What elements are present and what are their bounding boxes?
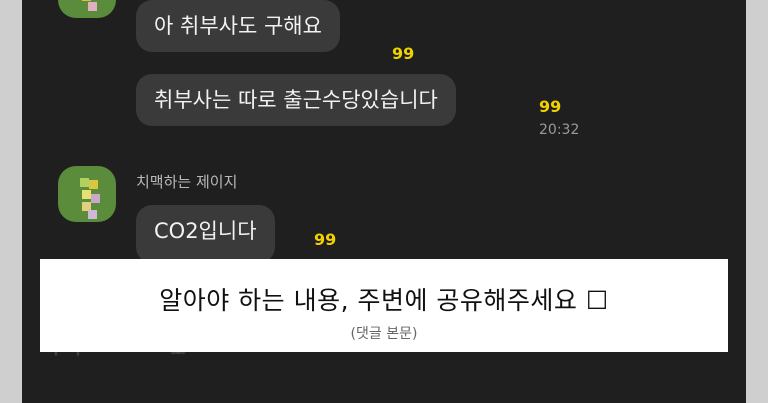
avatar-pixel: [88, 210, 97, 219]
message-bubble[interactable]: CO2입니다: [136, 205, 275, 263]
message-bubble[interactable]: 취부사는 따로 출근수당있습니다: [136, 74, 456, 126]
read-count: 99: [314, 230, 337, 249]
caption-main: 알아야 하는 내용, 주변에 공유해주세요 ☐: [159, 286, 609, 315]
message-text: CO2입니다: [154, 219, 257, 243]
read-count: 99: [392, 44, 415, 63]
avatar-pixel: [89, 180, 98, 189]
read-count: 99: [539, 97, 562, 116]
avatar-pixel: [88, 2, 97, 11]
avatar-pixel: [82, 0, 91, 1]
message-text: 취부사는 따로 출근수당있습니다: [154, 88, 438, 112]
caption-sub: (댓글 본문): [350, 326, 418, 342]
message-bubble[interactable]: 아 취부사도 구해요: [136, 0, 340, 52]
avatar[interactable]: [58, 0, 116, 18]
caption-box: 알아야 하는 내용, 주변에 공유해주세요 ☐ (댓글 본문): [40, 259, 728, 352]
message-time: 20:32: [539, 122, 580, 138]
message-text: 아 취부사도 구해요: [154, 14, 322, 38]
avatar-pixel: [91, 194, 100, 203]
sender-name: 치맥하는 제이지: [136, 173, 238, 191]
avatar-pixel: [80, 178, 89, 187]
avatar[interactable]: [58, 166, 116, 222]
avatar-pixel: [82, 190, 91, 199]
